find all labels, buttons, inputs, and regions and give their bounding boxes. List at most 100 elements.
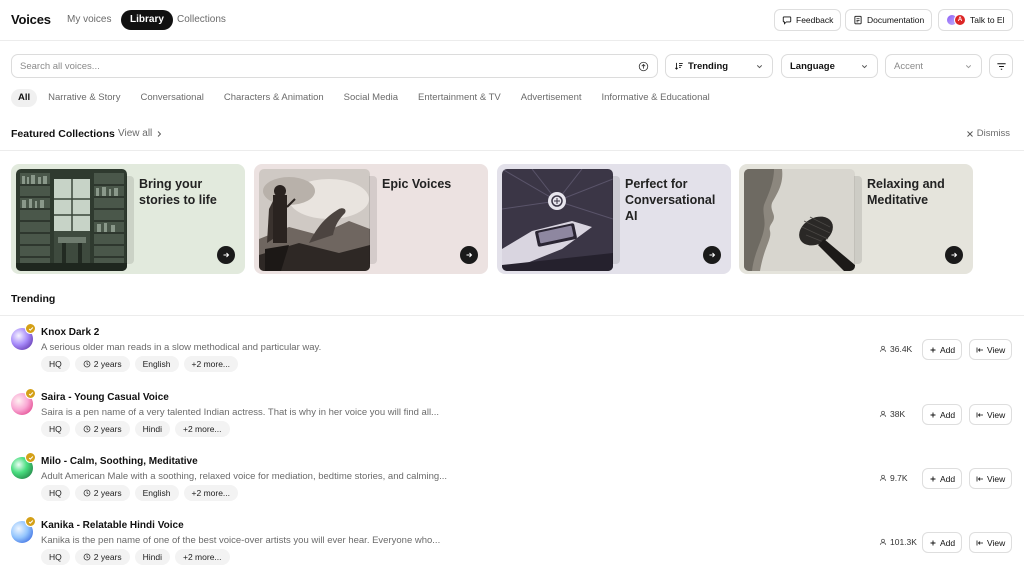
add-voice-button[interactable]: Add xyxy=(922,404,963,425)
tab-library[interactable]: Library xyxy=(121,10,173,30)
sort-select[interactable]: Trending xyxy=(665,54,773,78)
clock-icon xyxy=(83,360,91,368)
arrow-right-icon[interactable] xyxy=(945,246,963,264)
tab-collections[interactable]: Collections xyxy=(168,10,235,30)
add-label: Add xyxy=(940,409,956,420)
view-label: View xyxy=(987,409,1006,420)
tag-language: English xyxy=(134,485,179,501)
tag-more[interactable]: +2 more... xyxy=(183,356,239,372)
card-title: Bring your stories to life xyxy=(139,177,217,207)
plus-icon xyxy=(930,540,936,545)
view-label: View xyxy=(987,344,1006,355)
tag-age: 2 years xyxy=(74,421,130,437)
verified-badge-icon xyxy=(25,388,36,399)
category-all[interactable]: All xyxy=(11,89,38,107)
collection-card-conversational-ai[interactable]: Perfect for Conversational AI xyxy=(497,164,731,274)
accent-select[interactable]: Accent xyxy=(885,54,982,78)
chevron-right-icon xyxy=(157,130,162,137)
card-stack-edge xyxy=(854,176,862,264)
view-voice-button[interactable]: View xyxy=(969,404,1013,425)
tag-more[interactable]: +2 more... xyxy=(183,485,239,501)
category-social-media[interactable]: Social Media xyxy=(335,89,407,107)
usage-count: 9.7K xyxy=(879,473,908,483)
view-voice-button[interactable]: View xyxy=(969,468,1013,489)
usage-count: 36.4K xyxy=(879,344,912,354)
tag-age-label: 2 years xyxy=(93,488,122,498)
card-stack-edge xyxy=(612,176,620,264)
collection-card-epic-voices[interactable]: Epic Voices xyxy=(254,164,488,274)
view-label: View xyxy=(987,537,1006,548)
tag-age: 2 years xyxy=(74,549,130,565)
upload-icon[interactable] xyxy=(638,61,649,72)
epic-warrior-illustration xyxy=(259,169,370,271)
category-entertainment-tv[interactable]: Entertainment & TV xyxy=(409,89,510,107)
add-label: Add xyxy=(940,473,956,484)
category-narrative-story[interactable]: Narrative & Story xyxy=(39,89,129,107)
voice-row[interactable]: Knox Dark 2 A serious older man reads in… xyxy=(0,318,1024,382)
talk-to-el-label: Talk to El xyxy=(970,15,1005,25)
microphone-face-illustration xyxy=(744,169,855,271)
feedback-button[interactable]: Feedback xyxy=(774,9,842,31)
user-icon xyxy=(879,474,887,482)
arrow-left-bar-icon xyxy=(976,347,983,352)
dismiss-button[interactable]: Dismiss xyxy=(966,128,1010,139)
voice-row[interactable]: Kanika - Relatable Hindi Voice Kanika is… xyxy=(0,511,1024,575)
top-bar: Voices My voices Library Collections Fee… xyxy=(0,0,1024,41)
card-title: Perfect for Conversational AI xyxy=(625,177,716,223)
view-voice-button[interactable]: View xyxy=(969,339,1013,360)
tag-more[interactable]: +2 more... xyxy=(175,549,230,565)
feedback-label: Feedback xyxy=(796,15,834,25)
voice-name[interactable]: Saira - Young Casual Voice xyxy=(41,392,169,403)
add-voice-button[interactable]: Add xyxy=(922,339,963,360)
voice-description: Saira is a pen name of a very talented I… xyxy=(41,407,439,418)
sort-icon xyxy=(674,62,683,70)
documentation-button[interactable]: Documentation xyxy=(845,9,933,31)
dismiss-label: Dismiss xyxy=(976,128,1010,139)
documentation-label: Documentation xyxy=(867,15,925,25)
voice-name[interactable]: Kanika - Relatable Hindi Voice xyxy=(41,520,184,531)
voice-name[interactable]: Milo - Calm, Soothing, Meditative xyxy=(41,456,198,467)
category-advertisement[interactable]: Advertisement xyxy=(512,89,591,107)
tag-language: Hindi xyxy=(134,549,170,565)
view-all-link[interactable]: View all xyxy=(118,128,163,139)
voice-row[interactable]: Saira - Young Casual Voice Saira is a pe… xyxy=(0,383,1024,447)
filter-icon xyxy=(996,62,1006,70)
voice-description: Kanika is the pen name of one of the bes… xyxy=(41,535,441,546)
category-characters-animation[interactable]: Characters & Animation xyxy=(215,89,333,107)
language-select[interactable]: Language xyxy=(781,54,878,78)
search-input[interactable]: Search all voices... xyxy=(11,54,658,78)
voice-row[interactable]: Milo - Calm, Soothing, Meditative Adult … xyxy=(0,447,1024,511)
tab-my-voices[interactable]: My voices xyxy=(58,10,120,30)
plus-icon xyxy=(930,412,936,417)
arrow-right-icon[interactable] xyxy=(460,246,478,264)
divider xyxy=(0,315,1024,316)
usage-count: 38K xyxy=(879,409,905,419)
accent-label: Accent xyxy=(894,60,924,72)
usage-count-label: 36.4K xyxy=(890,344,913,354)
arrow-right-icon[interactable] xyxy=(703,246,721,264)
usage-count-label: 9.7K xyxy=(890,473,908,483)
filter-button[interactable] xyxy=(989,54,1013,78)
collection-card-stories[interactable]: Bring your stories to life xyxy=(11,164,245,274)
category-tabs: All Narrative & Story Conversational Cha… xyxy=(11,89,719,107)
clock-icon xyxy=(83,489,91,497)
view-label: View xyxy=(987,473,1006,484)
add-voice-button[interactable]: Add xyxy=(922,468,963,489)
tag-quality: HQ xyxy=(41,421,70,437)
clock-icon xyxy=(83,553,91,561)
view-voice-button[interactable]: View xyxy=(969,532,1013,553)
avatar-group: A xyxy=(946,14,966,26)
collection-card-relaxing[interactable]: Relaxing and Meditative xyxy=(739,164,973,274)
tag-more[interactable]: +2 more... xyxy=(175,421,230,437)
divider xyxy=(0,150,1024,151)
add-voice-button[interactable]: Add xyxy=(922,532,963,553)
view-all-label: View all xyxy=(118,128,153,139)
arrow-left-bar-icon xyxy=(976,540,983,545)
category-conversational[interactable]: Conversational xyxy=(131,89,212,107)
user-icon xyxy=(879,538,887,546)
category-informative-educational[interactable]: Informative & Educational xyxy=(593,89,719,107)
arrow-right-icon[interactable] xyxy=(217,246,235,264)
card-stack-edge xyxy=(369,176,377,264)
talk-to-el-button[interactable]: A Talk to El xyxy=(938,9,1013,31)
voice-name[interactable]: Knox Dark 2 xyxy=(41,327,99,338)
